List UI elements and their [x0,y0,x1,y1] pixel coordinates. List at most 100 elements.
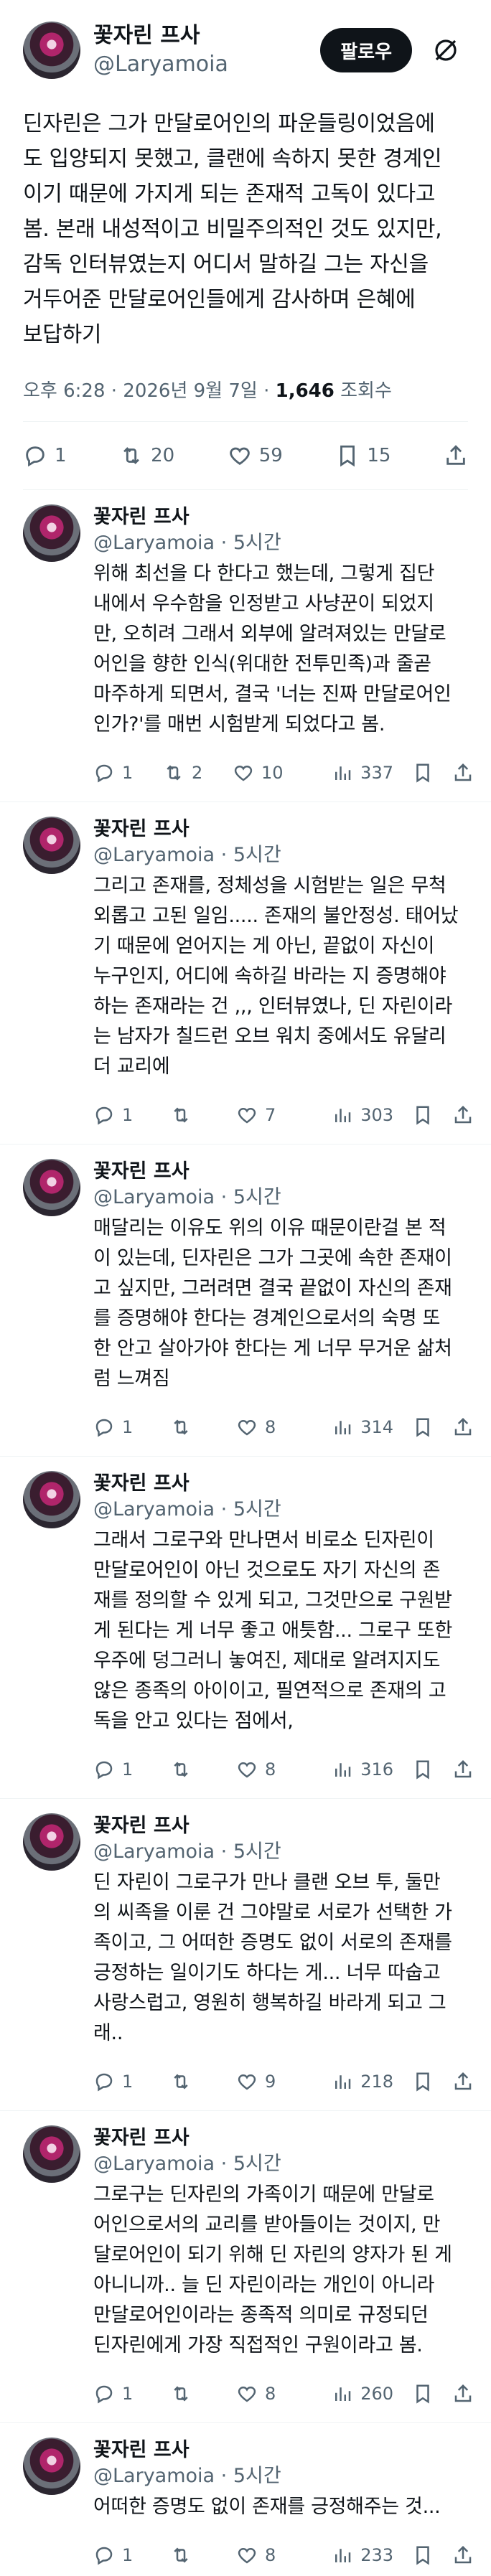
retweet-button[interactable] [170,1759,199,1780]
views-button[interactable]: 316 [332,1759,393,1780]
reply-tweet[interactable]: 꽃자린 프사 @Laryamoia · 5시간 그래서 그로구와 만나면서 비로… [0,1457,491,1799]
reply-button[interactable]: 1 [23,443,67,468]
bookmark-button[interactable] [412,762,434,784]
handle-and-time[interactable]: @Laryamoia · 5시간 [93,1186,281,1208]
share-button[interactable] [452,762,474,784]
reply-body: 꽃자린 프사 @Laryamoia · 5시간 그리고 존재를, 정체성을 시험… [93,817,474,1144]
avatar[interactable] [23,2438,80,2495]
grok-icon[interactable] [424,28,468,72]
reply-tweet[interactable]: 꽃자린 프사 @Laryamoia · 5시간 매달리는 이유도 위의 이유 때… [0,1144,491,1457]
follow-button[interactable]: 팔로우 [320,28,412,72]
like-button[interactable]: 8 [236,1416,276,1438]
like-button[interactable]: 8 [236,1759,276,1780]
share-button[interactable] [452,2383,474,2405]
retweet-icon [167,765,181,781]
share-button[interactable] [452,1759,474,1780]
avatar[interactable] [23,504,80,562]
display-name[interactable]: 꽃자린 프사 [93,1815,190,1837]
avatar[interactable] [23,1159,80,1216]
avatar[interactable] [23,1813,80,1871]
view-count: 1,646 [275,380,335,402]
share-button[interactable] [444,443,468,468]
avatar[interactable] [23,1471,80,1528]
display-name[interactable]: 꽃자린 프사 [93,2439,190,2461]
bookmark-button[interactable] [412,1104,434,1126]
share-button[interactable] [452,2071,474,2092]
reply-count: 1 [122,1759,134,1780]
view-count: 314 [360,1417,393,1437]
reply-count: 1 [55,445,67,466]
tweet-time[interactable]: 오후 6:28 · 2026년 9월 7일 · [23,380,276,402]
bookmark-button[interactable] [412,1759,434,1780]
reply-tweet[interactable]: 꽃자린 프사 @Laryamoia · 5시간 딘 자린이 그로구가 만나 클랜… [0,1799,491,2111]
views-button[interactable]: 303 [332,1104,393,1126]
handle-and-time[interactable]: @Laryamoia · 5시간 [93,2153,281,2175]
reply-tweet[interactable]: 꽃자린 프사 @Laryamoia · 5시간 그리고 존재를, 정체성을 시험… [0,802,491,1144]
reply-tweet[interactable]: 꽃자린 프사 @Laryamoia · 5시간 위해 최선을 다 한다고 했는데… [0,490,491,802]
retweet-button[interactable] [170,2383,199,2405]
handle-and-time[interactable]: @Laryamoia · 5시간 [93,1841,281,1863]
view-count: 218 [360,2072,393,2092]
reply-tweet[interactable]: 꽃자린 프사 @Laryamoia · 5시간 어떠한 증명도 없이 존재를 긍… [0,2423,491,2576]
reply-button[interactable]: 1 [93,1104,133,1126]
reply-button[interactable]: 1 [93,2071,133,2092]
reply-button[interactable]: 1 [93,1416,133,1438]
display-name[interactable]: 꽃자린 프사 [93,22,320,50]
views-button[interactable]: 260 [332,2383,393,2405]
reply-button[interactable]: 1 [93,2383,133,2405]
views-button[interactable]: 337 [332,762,393,784]
retweet-button[interactable]: 20 [119,443,174,468]
display-name[interactable]: 꽃자린 프사 [93,506,190,528]
share-icon [454,1417,472,1436]
like-button[interactable]: 8 [236,2383,276,2405]
like-button[interactable]: 8 [236,2544,276,2566]
views-button[interactable]: 218 [332,2071,393,2092]
like-button[interactable]: 59 [228,443,283,468]
reply-button[interactable]: 1 [93,2544,133,2566]
reply-tweet[interactable]: 꽃자린 프사 @Laryamoia · 5시간 그로구는 딘자린의 가족이기 때… [0,2111,491,2423]
retweet-button[interactable] [170,2544,199,2566]
reply-button[interactable]: 1 [93,1759,133,1780]
share-button[interactable] [452,2544,474,2566]
like-button[interactable]: 10 [233,762,283,784]
handle[interactable]: @Laryamoia [93,50,320,79]
like-button[interactable]: 9 [236,2071,276,2092]
views-button[interactable]: 233 [332,2544,393,2566]
author-names: 꽃자린 프사 @Laryamoia [93,22,320,79]
reply-icon [95,2385,113,2404]
reply-text: 어떠한 증명도 없이 존재를 긍정해주는 것... [93,2496,441,2518]
reply-button[interactable]: 1 [93,762,133,784]
bookmark-button[interactable] [412,2071,434,2092]
views-button[interactable]: 314 [332,1416,393,1438]
display-name[interactable]: 꽃자린 프사 [93,1160,190,1183]
heart-icon [229,447,250,466]
share-icon [454,1759,472,1778]
retweet-button[interactable] [170,2071,199,2092]
retweet-button[interactable] [170,1104,199,1126]
reply-action-bar: 1 8 260 [93,2365,474,2422]
share-button[interactable] [452,1104,474,1126]
display-name[interactable]: 꽃자린 프사 [93,818,190,840]
reply-right-actions: 218 [313,2071,474,2092]
handle-and-time[interactable]: @Laryamoia · 5시간 [93,844,281,866]
avatar[interactable] [23,22,80,79]
handle-and-time[interactable]: @Laryamoia · 5시간 [93,2465,281,2487]
display-name[interactable]: 꽃자린 프사 [93,1472,190,1495]
heart-icon [238,1107,256,1124]
handle-and-time[interactable]: @Laryamoia · 5시간 [93,532,281,554]
retweet-button[interactable] [170,1416,199,1438]
bookmark-button[interactable]: 15 [335,443,391,468]
bookmark-button[interactable] [412,2544,434,2566]
views-label: 조회수 [334,380,392,402]
bookmark-button[interactable] [412,2383,434,2405]
thread-page: 꽃자린 프사 @Laryamoia 팔로우 딘자린은 그가 만달로어인의 파운들… [0,0,491,2576]
display-name[interactable]: 꽃자린 프사 [93,2127,190,2149]
bookmark-button[interactable] [412,1416,434,1438]
avatar[interactable] [23,817,80,874]
share-button[interactable] [452,1416,474,1438]
handle-and-time[interactable]: @Laryamoia · 5시간 [93,1498,281,1520]
like-button[interactable]: 7 [236,1104,276,1126]
reply-list: 꽃자린 프사 @Laryamoia · 5시간 위해 최선을 다 한다고 했는데… [0,490,491,2576]
retweet-button[interactable]: 2 [163,762,202,784]
avatar[interactable] [23,2125,80,2183]
